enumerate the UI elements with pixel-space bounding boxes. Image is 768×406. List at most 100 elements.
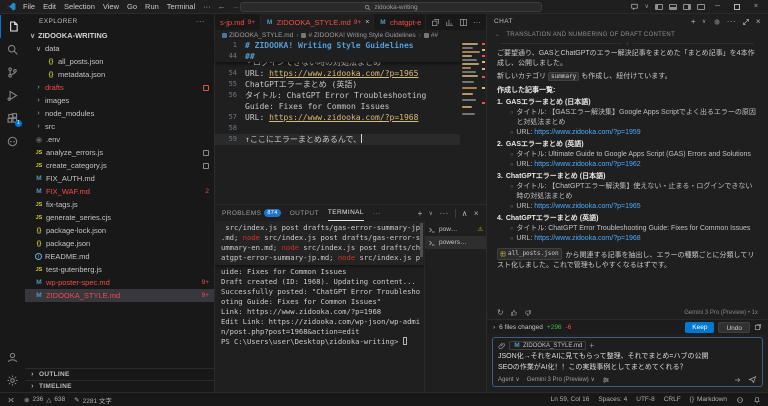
url-link[interactable]: https://www.zidooka.com/?p=1962 bbox=[534, 161, 640, 168]
toggle-secondary-sidebar-icon[interactable] bbox=[683, 4, 691, 10]
sidebar-section-outline[interactable]: ›OUTLINE bbox=[25, 368, 214, 380]
breadcrumb-item[interactable]: # ZIDOOKA! Writing Style Guidelines bbox=[301, 32, 415, 39]
terminal-instance-pow[interactable]: pow…⚠ bbox=[425, 223, 486, 236]
customize-layout-icon[interactable] bbox=[697, 4, 705, 10]
activity-search[interactable] bbox=[0, 38, 25, 61]
explorer-item-all_posts.json[interactable]: {}all_posts.json bbox=[25, 55, 214, 68]
copilot-chat-icon[interactable] bbox=[630, 2, 639, 11]
back-icon[interactable]: ← bbox=[495, 32, 501, 38]
tab-chatgpt-e[interactable]: Mchatgpt-e bbox=[374, 14, 426, 30]
more-actions-icon[interactable]: ··· bbox=[196, 17, 205, 26]
explorer-item-package-lock.json[interactable]: {}package-lock.json bbox=[25, 224, 214, 237]
eol-status[interactable]: CRLF bbox=[664, 396, 681, 403]
chat-input-text[interactable]: JSON化→それをAIに見てもらって整理、それでまとめ=ハブの公開 bbox=[498, 352, 757, 361]
explorer-item-FIX_WAF.md[interactable]: MFIX_WAF.md2 bbox=[25, 185, 214, 198]
workspace-root[interactable]: ∨ ZIDOOKA-WRITING bbox=[25, 29, 214, 42]
add-context-button[interactable]: + bbox=[589, 341, 594, 350]
explorer-item-test-gutenberg.js[interactable]: JStest-gutenberg.js bbox=[25, 263, 214, 276]
explorer-item-drafts[interactable]: ›drafts bbox=[25, 81, 214, 94]
files-changed-label[interactable]: 6 files changed bbox=[499, 324, 543, 331]
explorer-item-package.json[interactable]: {}package.json bbox=[25, 237, 214, 250]
panel-tab-terminal[interactable]: TERMINAL bbox=[328, 205, 364, 221]
minimap[interactable] bbox=[460, 40, 486, 204]
problems-status[interactable]: ⊗236 △638 bbox=[24, 396, 65, 404]
activity-explorer[interactable] bbox=[0, 15, 25, 38]
encoding-status[interactable]: UTF-8 bbox=[636, 396, 654, 403]
menu-file[interactable]: File bbox=[19, 2, 39, 11]
more-actions-icon[interactable]: ··· bbox=[473, 18, 481, 27]
remote-indicator-icon[interactable] bbox=[7, 396, 15, 404]
activity-copilot[interactable] bbox=[0, 130, 25, 153]
split-editor-icon[interactable] bbox=[459, 18, 468, 27]
expand-chat-icon[interactable] bbox=[742, 18, 750, 26]
attach-context-icon[interactable] bbox=[498, 342, 506, 350]
explorer-item-data[interactable]: ∨data bbox=[25, 42, 214, 55]
cursor-position-status[interactable]: Ln 59, Col 16 bbox=[551, 396, 590, 403]
scrollbar-thumb[interactable] bbox=[420, 223, 423, 257]
tab-ZIDOOKA_STYLE.md[interactable]: MZIDOOKA_STYLE.md9+× bbox=[261, 14, 374, 30]
url-link[interactable]: https://www.zidooka.com/?p=1959 bbox=[534, 129, 640, 136]
arrow-right-icon[interactable] bbox=[733, 376, 742, 384]
new-chat-icon[interactable]: + bbox=[691, 17, 696, 26]
explorer-item-create_category.js[interactable]: JScreate_category.js bbox=[25, 159, 214, 172]
activity-source-control[interactable] bbox=[0, 61, 25, 84]
breadcrumb-item[interactable]: ZIDOOKA_STYLE.md bbox=[222, 32, 293, 39]
maximize-panel-icon[interactable]: ∧ bbox=[462, 209, 468, 218]
explorer-item-generate_series.cjs[interactable]: JSgenerate_series.cjs bbox=[25, 211, 214, 224]
explorer-item-node_modules[interactable]: ›node_modules bbox=[25, 107, 214, 120]
thumbs-down-icon[interactable] bbox=[524, 309, 532, 317]
tools-icon[interactable] bbox=[602, 376, 610, 384]
thumbs-up-icon[interactable] bbox=[510, 309, 518, 317]
activity-accounts[interactable] bbox=[0, 346, 25, 369]
chat-input-box[interactable]: M ZIDOOKA_STYLE.md + JSON化→それをAIに見てもらって整… bbox=[492, 337, 763, 387]
explorer-item-wp-poster-spec.md[interactable]: Mwp-poster-spec.md9+ bbox=[25, 276, 214, 289]
tab-s-jp.md[interactable]: s-jp.md9+ bbox=[215, 14, 261, 30]
url-link[interactable]: https://www.zidooka.com/?p=1965 bbox=[269, 69, 418, 78]
explorer-item-README.md[interactable]: iREADME.md bbox=[25, 250, 214, 263]
back-button[interactable]: ← bbox=[215, 2, 229, 11]
chat-input-text[interactable]: SEOの作業がAI化！！この実践事例としてまとめてくれる？ bbox=[498, 363, 757, 372]
open-changes-icon[interactable] bbox=[431, 18, 440, 27]
maximize-button[interactable] bbox=[734, 4, 740, 10]
menu-terminal[interactable]: Terminal bbox=[163, 2, 199, 11]
file-reference-chip[interactable]: all_posts.json bbox=[497, 248, 562, 260]
undo-button[interactable]: Undo bbox=[718, 322, 750, 333]
panel-tab-output[interactable]: OUTPUT bbox=[290, 205, 319, 221]
keep-button[interactable]: Keep bbox=[685, 322, 714, 333]
chevron-down-icon[interactable]: ∨ bbox=[702, 18, 707, 25]
chevron-down-icon[interactable]: ∨ bbox=[429, 210, 434, 217]
close-window-button[interactable]: × bbox=[750, 3, 762, 10]
menu-edit[interactable]: Edit bbox=[39, 2, 60, 11]
minimize-button[interactable]: ─ bbox=[711, 3, 724, 10]
language-status[interactable]: {}Markdown bbox=[690, 396, 727, 403]
activity-run-debug[interactable] bbox=[0, 84, 25, 107]
copilot-status-icon[interactable] bbox=[736, 396, 744, 404]
menu-more[interactable]: ··· bbox=[199, 2, 215, 11]
bell-icon[interactable] bbox=[753, 396, 761, 404]
send-icon[interactable] bbox=[748, 375, 757, 384]
menu-run[interactable]: Run bbox=[141, 2, 163, 11]
panel-tab-···[interactable]: ··· bbox=[373, 205, 381, 221]
context-chip[interactable]: M ZIDOOKA_STYLE.md bbox=[509, 341, 586, 350]
explorer-item-.env[interactable]: .env bbox=[25, 133, 214, 146]
explorer-item-ZIDOOKA_STYLE.md[interactable]: MZIDOOKA_STYLE.md9+ bbox=[25, 289, 214, 302]
explorer-item-metadata.json[interactable]: {}metadata.json bbox=[25, 68, 214, 81]
activity-settings[interactable] bbox=[0, 369, 25, 392]
char-count-status[interactable]: ✎2281 文字 bbox=[74, 395, 112, 405]
explorer-item-images[interactable]: ›images bbox=[25, 94, 214, 107]
toggle-panel-icon[interactable] bbox=[669, 4, 677, 10]
explorer-item-analyze_errors.js[interactable]: JSanalyze_errors.js bbox=[25, 146, 214, 159]
menu-selection[interactable]: Selection bbox=[60, 2, 99, 11]
close-panel-icon[interactable]: × bbox=[474, 209, 479, 218]
terminal-content[interactable]: src/index.js post drafts/gas-error-summa… bbox=[215, 221, 424, 392]
menu-go[interactable]: Go bbox=[123, 2, 141, 11]
url-link[interactable]: https://www.zidooka.com/?p=1968 bbox=[269, 113, 418, 122]
explorer-item-src[interactable]: ›src bbox=[25, 120, 214, 133]
url-link[interactable]: https://www.zidooka.com/?p=1965 bbox=[534, 203, 640, 210]
editor-content[interactable]: 1# ZIDOOKA! Writing Style Guidelines44##… bbox=[215, 40, 460, 204]
breadcrumb-item[interactable]: ## bbox=[424, 32, 438, 39]
retry-icon[interactable]: ↻ bbox=[497, 308, 504, 317]
view-edits-icon[interactable] bbox=[754, 323, 762, 331]
menu-view[interactable]: View bbox=[99, 2, 123, 11]
activity-extensions[interactable]: 1 bbox=[0, 107, 25, 130]
